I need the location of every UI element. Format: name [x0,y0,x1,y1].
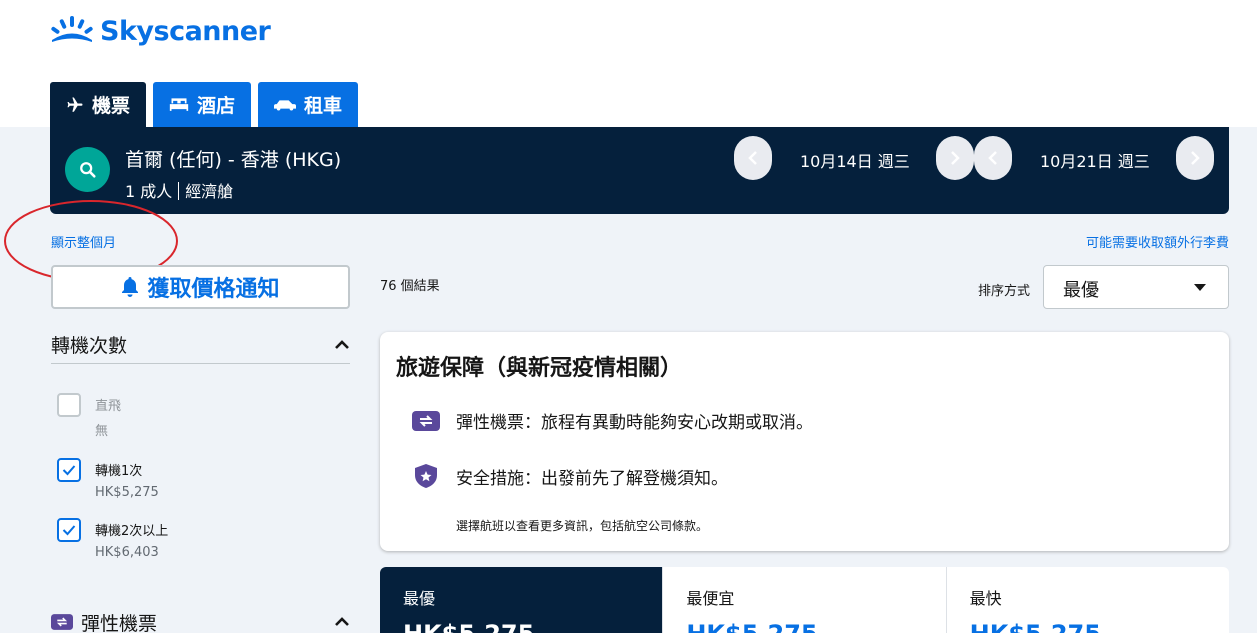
skyscanner-logo[interactable]: Skyscanner [50,14,271,48]
car-icon [274,99,297,110]
show-whole-month-link[interactable]: 顯示整個月 [51,232,116,251]
tab-flights[interactable]: 機票 [50,82,147,127]
route-text: 首爾 (任何) - 香港 (HKG) [125,149,342,171]
safety-row: 安全措施：出發前先了解登機須知。 [412,462,728,490]
sort-selected-value: 最優 [1063,280,1099,301]
flexible-ticket-filter-title-group: 彈性機票 [51,609,157,633]
flexible-ticket-icon [412,410,440,431]
option-price: 無 [95,424,109,439]
travel-protection-card: 旅遊保障（與新冠疫情相關） 彈性機票：旅程有異動時能夠安心改期或取消。 安全措施… [380,332,1229,551]
card-title: 旅遊保障（與新冠疫情相關） [396,356,683,381]
checkmark-icon [62,465,76,476]
depart-next-day-button[interactable] [936,136,974,180]
sort-tab-price: HK$5,275 [686,620,817,633]
chevron-up-icon [335,339,349,349]
sort-tab-price: HK$5,275 [970,620,1101,633]
chevron-left-icon [988,151,997,165]
brand-name: Skyscanner [100,15,271,47]
sunrise-logo-icon [51,16,93,42]
sort-tab-label: 最便宜 [686,589,735,608]
passenger-count: 1 成人 [125,182,173,201]
cabin-class: 經濟艙 [185,182,234,201]
return-date[interactable]: 10月21日 週三 [1040,148,1150,172]
baggage-fees-link[interactable]: 可能需要收取額外行李費 [1086,232,1229,251]
product-tabs: 機票 酒店 租車 [50,82,359,127]
stops-filter-title: 轉機次數 [51,335,128,357]
flexible-ticket-text: 彈性機票：旅程有異動時能夠安心改期或取消。 [456,413,813,433]
option-label: 直飛 [95,399,122,414]
tab-label: 租車 [304,95,343,117]
tab-label: 酒店 [197,95,236,117]
checkbox-one-stop[interactable] [57,458,81,482]
sort-dropdown[interactable]: 最優 [1043,265,1229,309]
checkbox-two-plus-stops[interactable] [57,518,81,542]
header: Skyscanner 機票 酒店 租車 [0,0,1257,127]
flexible-ticket-row: 彈性機票：旅程有異動時能夠安心改期或取消。 [412,408,813,433]
price-alert-label: 獲取價格通知 [147,277,280,302]
passenger-cabin-text: 1 成人 經濟艙 [125,178,233,202]
safety-text: 安全措施：出發前先了解登機須知。 [456,468,728,489]
flexible-ticket-icon [51,614,73,630]
sort-tab-best[interactable]: 最優 HK$5,275 [380,567,663,633]
flexible-ticket-filter-header[interactable]: 彈性機票 [51,603,350,633]
depart-date[interactable]: 10月14日 週三 [800,148,910,172]
return-prev-day-button[interactable] [974,136,1012,180]
sort-tabs: 最優 HK$5,275 最便宜 HK$5,275 最快 HK$5,275 [380,567,1229,633]
sort-tab-cheapest[interactable]: 最便宜 HK$5,275 [662,567,945,633]
bed-icon [169,97,189,111]
caret-down-icon [1194,284,1206,291]
flexible-ticket-filter-title: 彈性機票 [81,612,158,633]
tab-car-hire[interactable]: 租車 [258,82,359,127]
chevron-left-icon [748,151,757,165]
depart-prev-day-button[interactable] [734,136,772,180]
checkmark-icon [62,525,76,536]
chevron-right-icon [1191,151,1200,165]
card-footnote: 選擇航班以查看更多資訊，包括航空公司條款。 [456,519,709,533]
divider [178,182,180,200]
option-label: 轉機2次以上 [95,524,169,539]
option-label: 轉機1次 [95,464,143,479]
price-alert-button[interactable]: 獲取價格通知 [51,265,350,309]
tab-hotels[interactable]: 酒店 [153,82,252,127]
search-summary-banner[interactable]: 首爾 (任何) - 香港 (HKG) 1 成人 經濟艙 10月14日 週三 10月… [50,127,1229,214]
sort-tab-label: 最優 [403,589,436,608]
chevron-up-icon [335,617,349,626]
stops-filter-header[interactable]: 轉機次數 [51,326,350,364]
search-icon [79,161,96,178]
option-price: HK$5,275 [95,485,159,500]
sort-tab-label: 最快 [969,589,1002,608]
edit-search-button[interactable] [65,147,110,192]
tab-label: 機票 [92,95,131,117]
option-price: HK$6,403 [95,545,159,560]
checkbox-direct [57,393,81,417]
return-next-day-button[interactable] [1176,136,1214,180]
sort-label: 排序方式 [978,284,1031,299]
chevron-right-icon [951,151,960,165]
sort-tab-fastest[interactable]: 最快 HK$5,275 [945,567,1229,633]
sort-tab-price: HK$5,275 [403,620,534,633]
results-count: 76 個結果 [380,279,440,294]
bell-icon [122,277,139,297]
plane-icon [67,97,83,112]
safety-shield-icon [415,464,437,488]
